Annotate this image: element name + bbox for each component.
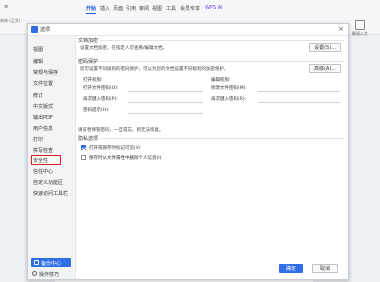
tab-view[interactable]: 视图 [152, 5, 162, 12]
modify-password-field[interactable] [258, 91, 340, 92]
flip-doc-label: 翻阅公文 [352, 31, 368, 36]
privacy-option-2-checkbox[interactable] [81, 155, 86, 160]
dialog-title: 选项 [40, 27, 51, 33]
reenter-modify-password-label: 再次键入密码(R): [211, 97, 247, 102]
privacy-note: 请妥善保管密码，一旦遗忘，则无法恢复。 [78, 128, 164, 133]
wps-logo-icon [31, 26, 38, 33]
tips-label: 操作技巧 [39, 272, 60, 278]
privacy-options-title: 隐私选项 [78, 136, 99, 142]
sidebar-item-trust-center[interactable]: 信任中心 [33, 168, 53, 175]
reenter-modify-password-field[interactable] [258, 102, 340, 103]
sidebar-item-edit[interactable]: 编辑 [33, 58, 43, 65]
password-protect-title: 密码保护 [78, 59, 99, 65]
open-password-label: 打开文件密码(O): [83, 86, 119, 91]
tab-home[interactable]: 开始 [86, 5, 96, 12]
active-tab-indicator [86, 13, 96, 14]
privacy-option-1-label[interactable]: 打开或保存时标记可见(V) [89, 145, 141, 151]
reenter-open-password-field[interactable] [128, 102, 203, 103]
sidebar-item-spell-check[interactable]: 拼写检查 [33, 147, 53, 154]
sidebar-item-export-pdf[interactable]: 输出PDF [33, 114, 53, 121]
privacy-option-1-checkbox[interactable] [81, 145, 86, 150]
divider [100, 138, 344, 139]
tips-link[interactable]: 操作技巧 [32, 271, 59, 278]
backup-center-label: 备份中心 [41, 261, 62, 267]
menu-icon[interactable]: ≡ [4, 4, 8, 10]
doc-encrypt-desc: 设置文档加密，在指定人可查看/编辑文档。 [80, 46, 168, 51]
edit-permission-title: 编辑权限: [211, 78, 231, 83]
tab-wps-ai[interactable]: WPS AI [205, 5, 223, 11]
tab-insert[interactable]: 插入 [100, 5, 110, 12]
close-icon[interactable]: × [338, 25, 344, 33]
options-dialog: 选项 × 视图 编辑 常规与保存 文件位置 修订 中文版式 输出PDF 用户信息… [27, 23, 349, 280]
divider [100, 61, 344, 62]
tab-page[interactable]: 页面 [113, 5, 123, 12]
dialog-titlebar: 选项 × [28, 24, 348, 36]
advanced-button[interactable]: 高级(A)... [309, 64, 341, 73]
privacy-option-2-label[interactable]: 保存时从文件属性中删除个人信息(I) [89, 155, 161, 161]
sidebar-item-chinese-layout[interactable]: 中文版式 [33, 103, 53, 110]
cancel-button[interactable]: 取消 [312, 264, 338, 273]
font-name: 宋体 (正文) [0, 18, 21, 23]
options-sidebar: 视图 编辑 常规与保存 文件位置 修订 中文版式 输出PDF 用户信息 打印 拼… [28, 36, 76, 279]
flip-doc-icon [355, 20, 365, 30]
backup-icon [34, 260, 39, 265]
modify-password-label: 修改文件密码(M): [211, 86, 247, 91]
sidebar-item-file-location[interactable]: 文件位置 [33, 80, 53, 87]
sidebar-item-user-info[interactable]: 用户信息 [33, 125, 53, 132]
divider [100, 40, 344, 41]
tab-reference[interactable]: 引用 [126, 5, 136, 12]
help-icon [32, 271, 37, 276]
password-hint-field[interactable] [128, 113, 203, 114]
encrypt-settings-button[interactable]: 设置(S)... [309, 43, 341, 52]
tab-tools[interactable]: 工具 [166, 5, 176, 12]
password-hint-label: 密码提示(H): [83, 108, 110, 113]
sidebar-item-view[interactable]: 视图 [33, 46, 43, 53]
reenter-open-password-label: 再次键入密码(P): [83, 97, 118, 102]
sidebar-item-quick-access[interactable]: 快速访问工具栏 [33, 190, 68, 197]
password-protect-desc: 您可设置不同级别的密码保护，可以为您的文档设置不同级别的加密保护。 [80, 67, 229, 72]
sidebar-item-general-save[interactable]: 常规与保存 [33, 69, 58, 76]
backup-center-button[interactable]: 备份中心 [31, 258, 71, 267]
font-selector[interactable]: 宋体 (正文) [0, 18, 26, 24]
tab-review[interactable]: 审阅 [139, 5, 149, 12]
open-password-field[interactable] [128, 91, 203, 92]
tab-member[interactable]: 会员专享 [180, 5, 200, 12]
ok-button[interactable]: 确定 [279, 264, 303, 273]
sidebar-item-revision[interactable]: 修订 [33, 92, 43, 99]
sidebar-item-custom-ribbon[interactable]: 自定义功能区 [33, 179, 63, 186]
sidebar-item-print[interactable]: 打印 [33, 136, 43, 143]
sidebar-item-security[interactable]: 安全性 [33, 157, 48, 164]
doc-encrypt-title: 文档加密 [78, 38, 99, 44]
open-permission-title: 打开权限: [83, 78, 103, 83]
